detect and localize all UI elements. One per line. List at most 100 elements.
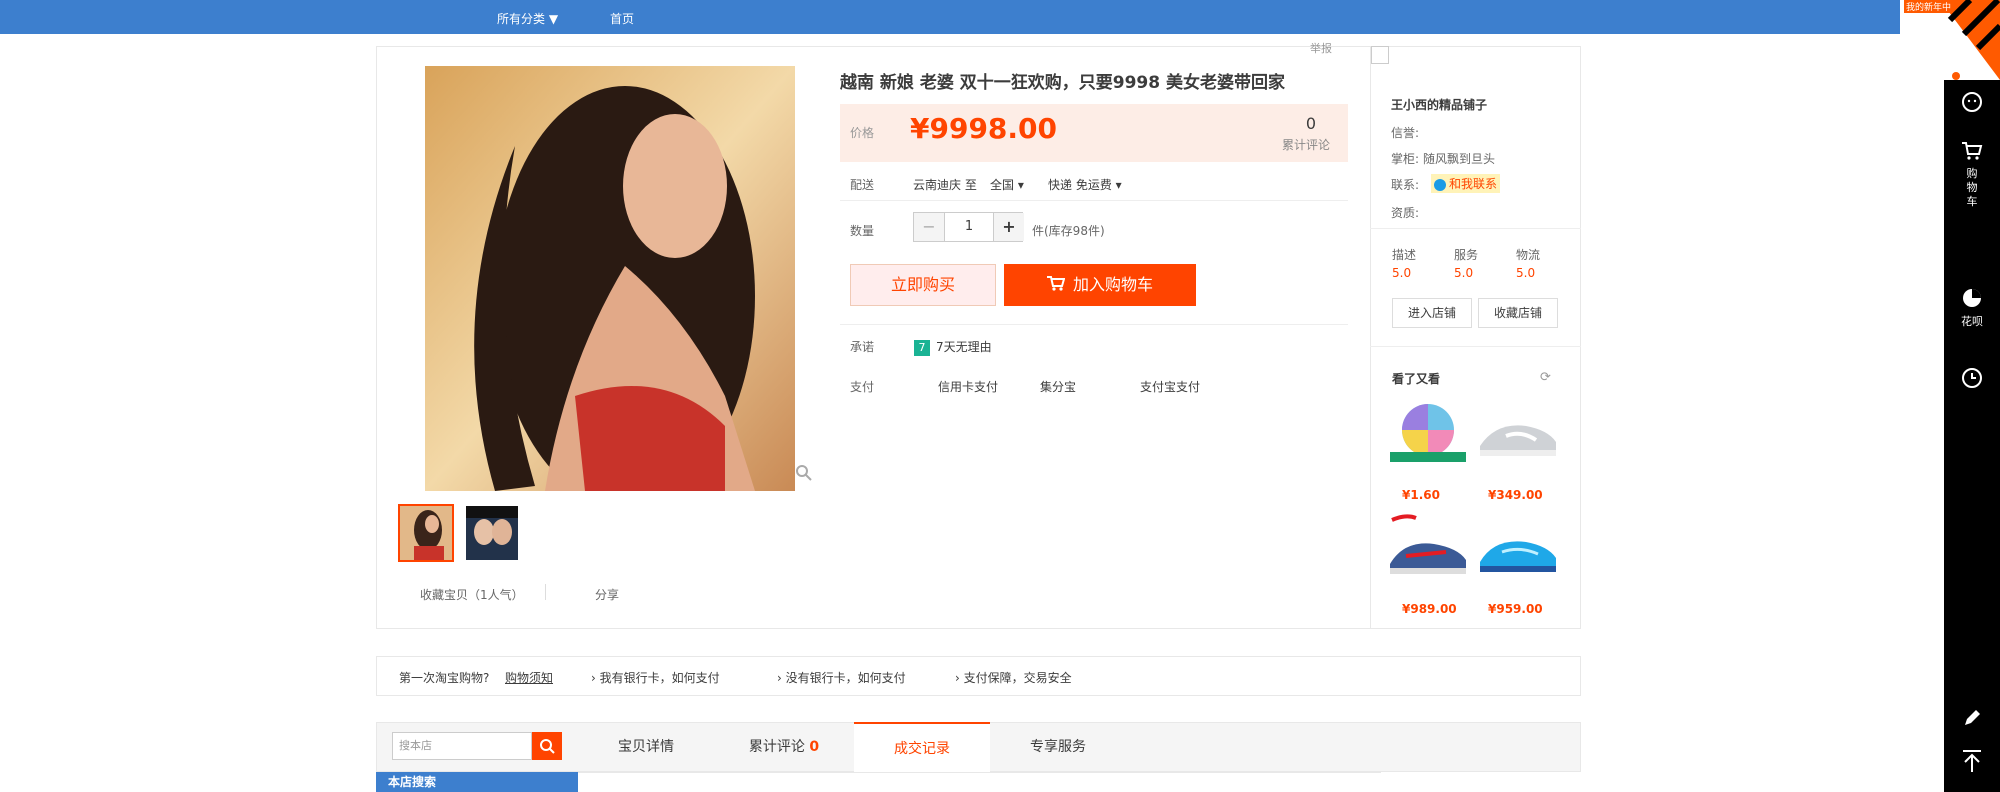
sidebar-huabei-label: 花呗 bbox=[1961, 315, 1983, 328]
rating-logistics-value: 5.0 bbox=[1516, 266, 1536, 280]
tab-content-area bbox=[578, 772, 1381, 792]
quantity-plus-button[interactable]: + bbox=[994, 213, 1024, 241]
tab-exclusive-service[interactable]: 专享服务 bbox=[990, 722, 1126, 772]
report-link[interactable]: 举报 bbox=[1310, 40, 1332, 56]
right-toolbar: 购物车 花呗 bbox=[1944, 0, 2000, 792]
home-link[interactable]: 首页 bbox=[610, 10, 634, 27]
guide-item-bank-card[interactable]: › 我有银行卡，如何支付 bbox=[591, 669, 720, 686]
rating-service-label: 服务 bbox=[1454, 248, 1479, 262]
price-box: 价格 ¥9998.00 0 累计评论 bbox=[840, 104, 1348, 162]
top-nav-bar: 所有分类 ▼ 首页 bbox=[0, 0, 1944, 34]
first-time-text: 第一次淘宝购物? bbox=[399, 671, 490, 685]
rating-service-value: 5.0 bbox=[1454, 266, 1474, 280]
quantity-minus-button[interactable]: − bbox=[914, 213, 944, 241]
rec-price-2[interactable]: ¥349.00 bbox=[1488, 488, 1543, 502]
divider bbox=[840, 200, 1348, 201]
rating-logistics-label: 物流 bbox=[1516, 248, 1541, 262]
favorite-shop-button[interactable]: 收藏店铺 bbox=[1478, 298, 1558, 328]
huabei-icon bbox=[1960, 289, 1984, 313]
guide-item-security[interactable]: › 支付保障，交易安全 bbox=[955, 669, 1072, 686]
tab-transaction-records[interactable]: 成交记录 bbox=[854, 722, 990, 772]
credit-label: 信誉: bbox=[1391, 126, 1420, 140]
price-value: ¥9998.00 bbox=[910, 112, 1058, 145]
account-icon[interactable] bbox=[1944, 90, 2000, 117]
sidebar-cart[interactable]: 购物车 bbox=[1944, 140, 2000, 209]
rec-item-3[interactable] bbox=[1386, 512, 1470, 576]
divider bbox=[545, 584, 546, 600]
rec-item-2[interactable] bbox=[1476, 412, 1560, 476]
contact-seller-button[interactable]: 和我联系 bbox=[1431, 174, 1501, 193]
delivery-label: 配送 bbox=[850, 178, 875, 192]
delivery-row: 配送 云南迪庆 至 全国 ▾ 快递 免运费 ▾ bbox=[850, 176, 1122, 193]
add-to-cart-button[interactable]: 加入购物车 bbox=[1004, 264, 1196, 306]
cart-icon bbox=[1960, 142, 1984, 165]
divider bbox=[1370, 228, 1581, 229]
all-categories-menu[interactable]: 所有分类 ▼ bbox=[497, 10, 558, 27]
quantity-input[interactable]: 1 bbox=[944, 213, 994, 241]
rec-price-1[interactable]: ¥1.60 bbox=[1402, 488, 1440, 502]
promo-corner-badge[interactable]: 我的新年中 bbox=[1900, 0, 2000, 80]
rating-desc-value: 5.0 bbox=[1392, 266, 1412, 280]
shop-logo-icon bbox=[1371, 46, 1389, 64]
quantity-label: 数量 bbox=[850, 224, 875, 238]
sidebar-huabei[interactable]: 花呗 bbox=[1944, 286, 2000, 329]
review-count-label[interactable]: 累计评论 bbox=[1282, 136, 1330, 153]
shipping-select[interactable]: 快递 免运费 ▾ bbox=[1048, 176, 1122, 193]
thumbnail-1[interactable] bbox=[398, 504, 454, 562]
guide-item-no-bank-card[interactable]: › 没有银行卡，如何支付 bbox=[777, 669, 906, 686]
chat-icon bbox=[1434, 178, 1446, 191]
seller-label: 掌柜: bbox=[1391, 152, 1420, 166]
shop-search-heading: 本店搜索 bbox=[376, 772, 578, 792]
delivery-destination-select[interactable]: 全国 ▾ bbox=[990, 176, 1024, 193]
divider bbox=[1370, 346, 1581, 347]
promo-corner-text: 我的新年中 bbox=[1904, 0, 1954, 13]
rec-item-4[interactable] bbox=[1476, 512, 1560, 576]
product-main-image[interactable] bbox=[425, 66, 795, 491]
share-link[interactable]: 分享 bbox=[595, 586, 619, 603]
product-title: 越南 新娘 老婆 双十一狂欢购，只要9998 美女老婆带回家 bbox=[840, 73, 1285, 93]
back-to-top-icon[interactable] bbox=[1944, 748, 2000, 777]
seen-also-title: 看了又看 bbox=[1392, 372, 1441, 386]
promise-row: 承诺 7 7天无理由 bbox=[850, 338, 992, 356]
shop-search-button[interactable] bbox=[532, 732, 562, 760]
rec-price-3[interactable]: ¥989.00 bbox=[1402, 602, 1457, 616]
rating-desc-label: 描述 bbox=[1392, 248, 1417, 262]
tab-item-details[interactable]: 宝贝详情 bbox=[578, 722, 714, 772]
buy-now-button[interactable]: 立即购买 bbox=[850, 264, 996, 306]
cart-icon bbox=[1046, 265, 1066, 307]
shop-name[interactable]: 王小西的精品铺子 bbox=[1391, 96, 1487, 113]
rec-price-4[interactable]: ¥959.00 bbox=[1488, 602, 1543, 616]
enter-shop-button[interactable]: 进入店铺 bbox=[1392, 298, 1472, 328]
price-label: 价格 bbox=[850, 126, 875, 140]
pay-method-credit: 信用卡支付 bbox=[938, 380, 999, 394]
shop-search-input[interactable]: 搜本店 bbox=[392, 732, 532, 760]
promise-label: 承诺 bbox=[850, 340, 875, 354]
divider bbox=[840, 324, 1348, 325]
tab-reviews[interactable]: 累计评论 0 bbox=[714, 722, 854, 772]
seller-name: 随风飘到旦头 bbox=[1423, 152, 1496, 166]
search-icon bbox=[532, 739, 562, 764]
seven-day-icon: 7 bbox=[914, 340, 930, 356]
pay-method-jifenbao: 集分宝 bbox=[1040, 380, 1077, 394]
thumbnail-2[interactable] bbox=[464, 504, 520, 562]
promise-text[interactable]: 7天无理由 bbox=[936, 340, 992, 354]
qualification-label: 资质: bbox=[1391, 206, 1420, 220]
zoom-icon[interactable] bbox=[795, 464, 813, 482]
pay-method-alipay: 支付宝支付 bbox=[1140, 380, 1201, 394]
payment-label: 支付 bbox=[850, 380, 875, 394]
stock-info: 件(库存98件) bbox=[1032, 224, 1105, 238]
refresh-icon[interactable]: ⟳ bbox=[1540, 370, 1551, 385]
sidebar-cart-label: 购物车 bbox=[1966, 167, 1978, 208]
tab-review-count: 0 bbox=[809, 739, 820, 755]
delivery-from: 云南迪庆 至 bbox=[913, 178, 977, 192]
payment-row: 支付 信用卡支付 集分宝 支付宝支付 bbox=[850, 378, 1200, 395]
edit-icon[interactable] bbox=[1944, 706, 2000, 733]
rec-item-1[interactable] bbox=[1386, 400, 1470, 464]
shopping-guide-bar: 第一次淘宝购物? 购物须知 › 我有银行卡，如何支付 › 没有银行卡，如何支付 … bbox=[376, 656, 1581, 696]
history-icon[interactable] bbox=[1944, 366, 2000, 393]
review-count[interactable]: 0 bbox=[1296, 114, 1326, 133]
quantity-stepper: − 1 + bbox=[913, 212, 1024, 242]
shopping-guide-link[interactable]: 购物须知 bbox=[505, 669, 553, 686]
add-to-cart-label: 加入购物车 bbox=[1072, 275, 1153, 294]
favorite-item-link[interactable]: 收藏宝贝（1人气） bbox=[420, 586, 524, 603]
